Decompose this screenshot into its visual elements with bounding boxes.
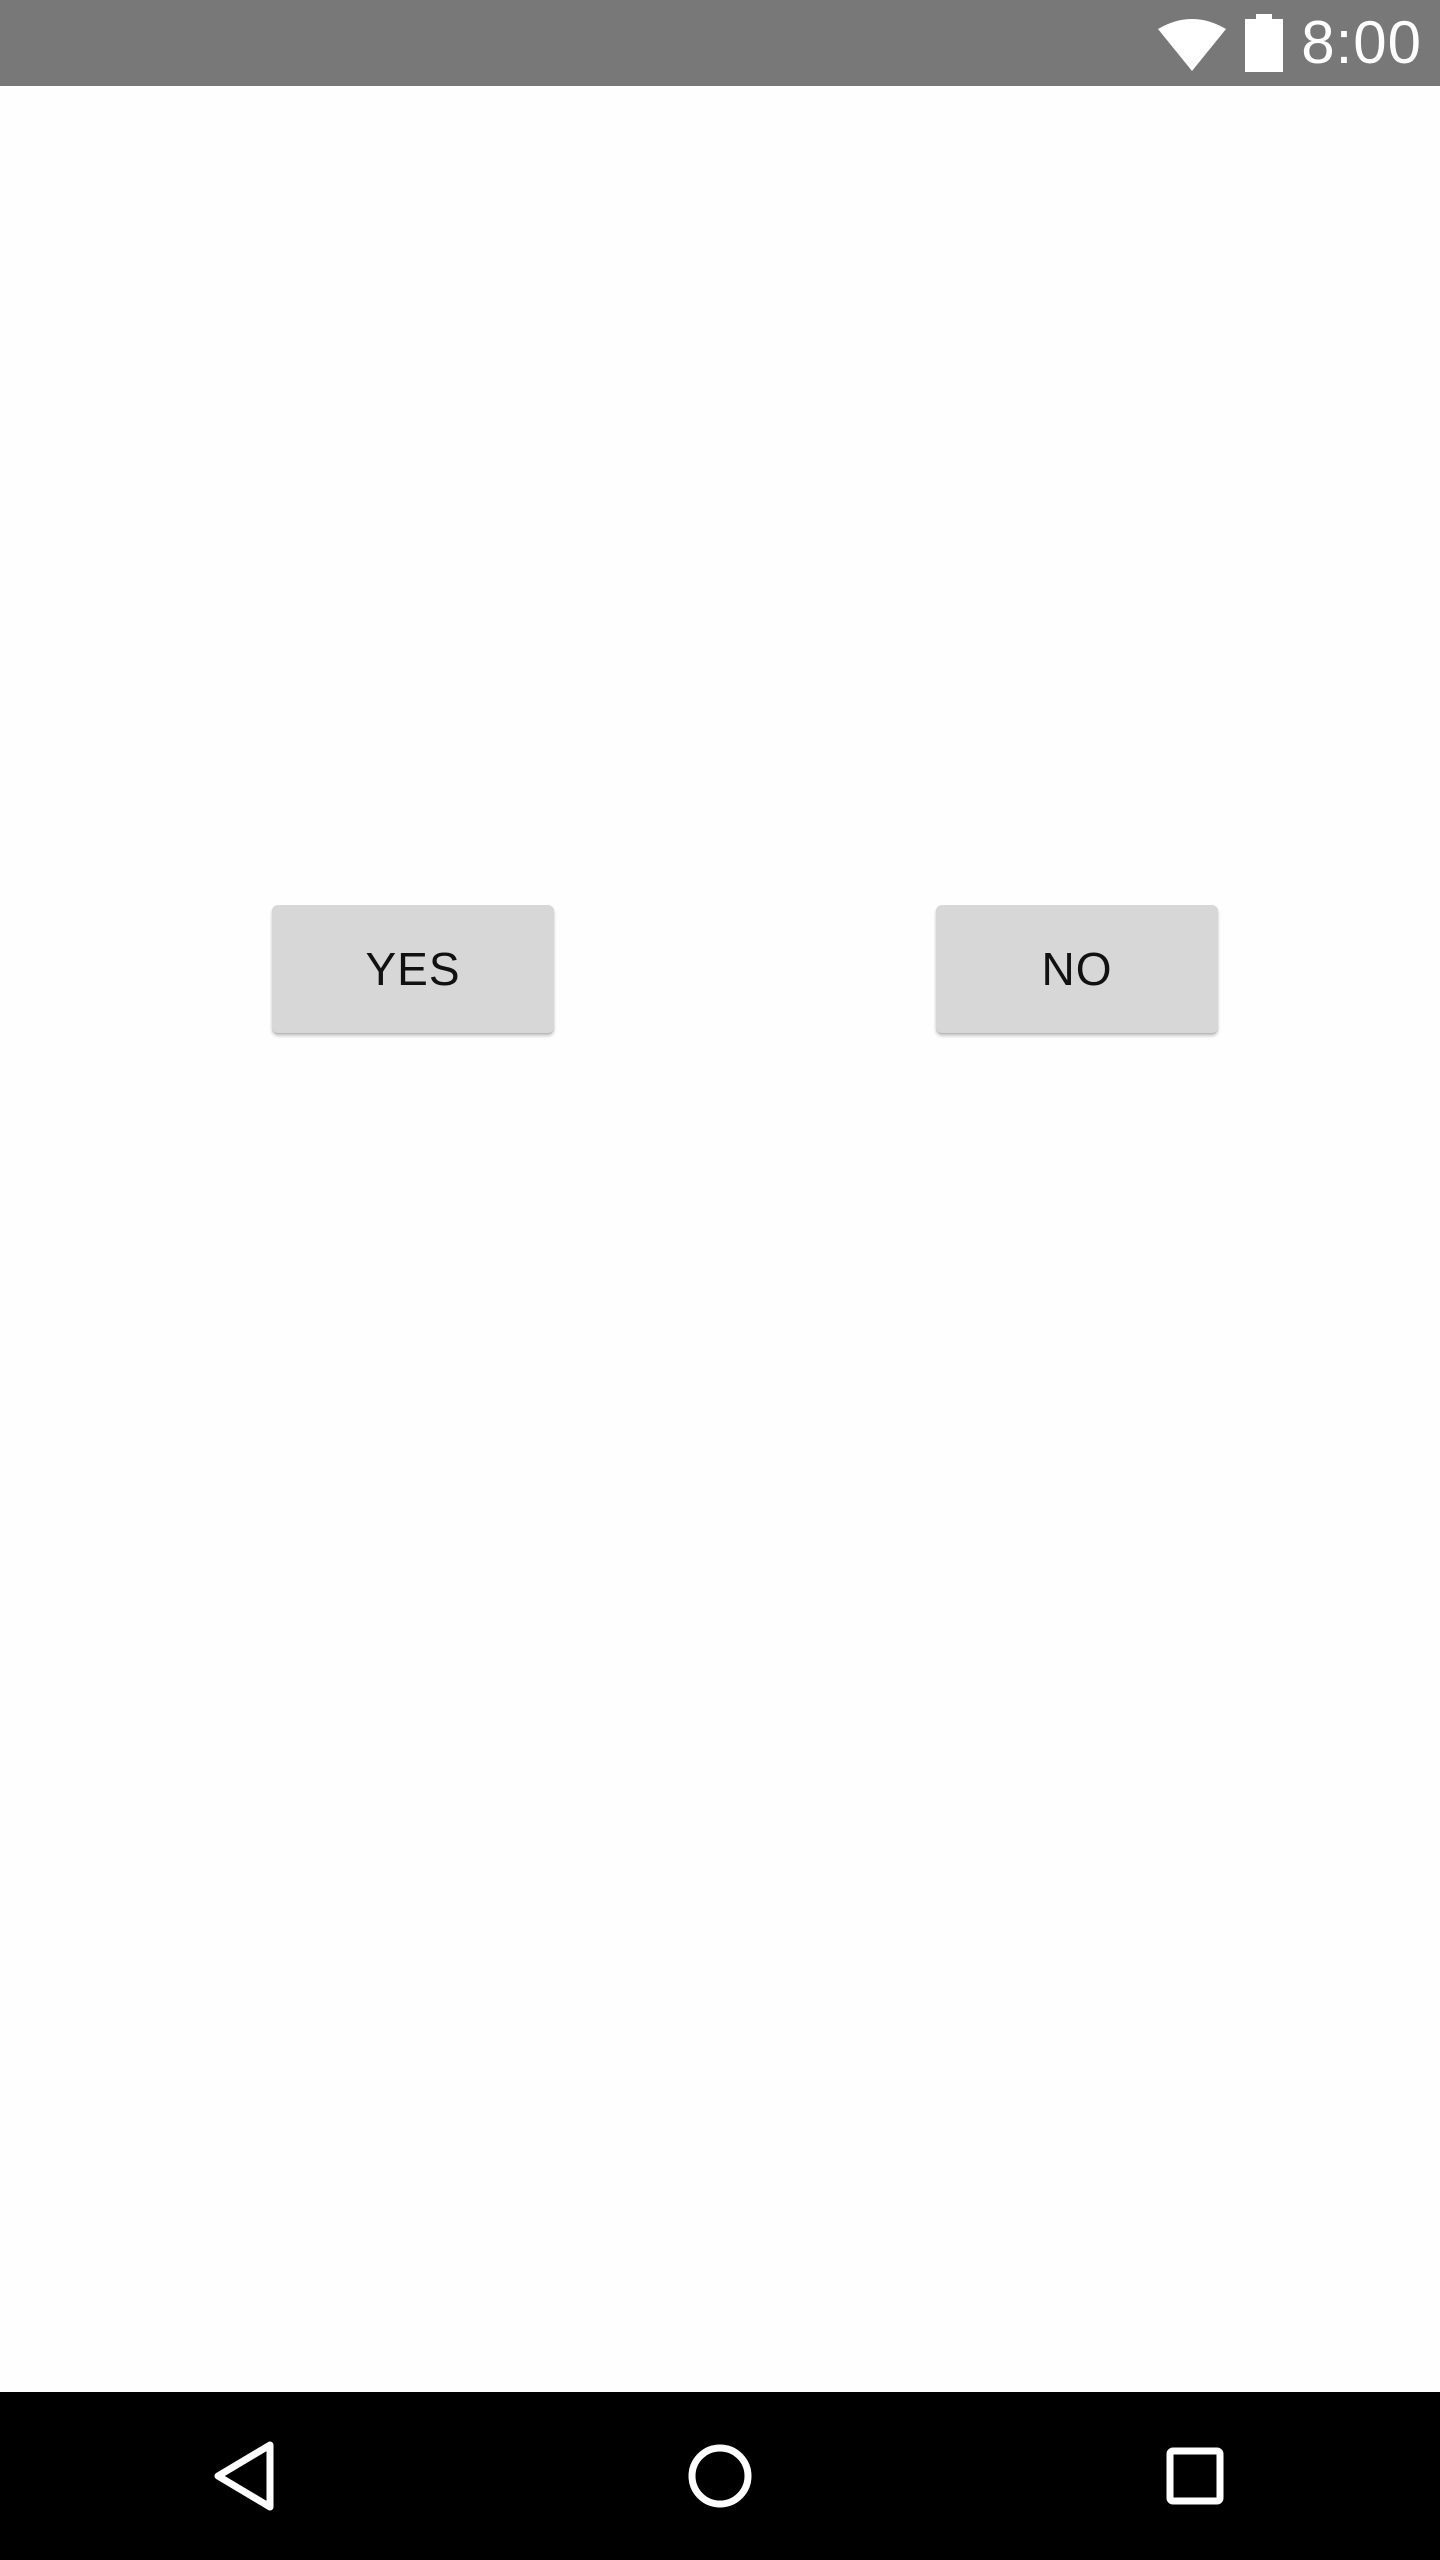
status-time: 8:00 — [1301, 9, 1422, 76]
navigation-bar — [0, 2392, 1440, 2560]
home-icon — [687, 2443, 753, 2509]
wifi-icon — [1157, 15, 1227, 71]
yes-button[interactable]: YES — [272, 905, 554, 1033]
recents-button[interactable] — [1095, 2392, 1295, 2560]
battery-icon — [1245, 14, 1284, 72]
recents-icon — [1165, 2446, 1225, 2506]
back-icon — [210, 2439, 280, 2513]
status-bar: 8:00 — [0, 0, 1440, 86]
main-content: YES NO — [0, 86, 1440, 2392]
back-button[interactable] — [145, 2392, 345, 2560]
no-button[interactable]: NO — [936, 905, 1218, 1033]
home-button[interactable] — [620, 2392, 820, 2560]
screen: 8:00 YES NO — [0, 0, 1440, 2560]
status-icons: 8:00 — [1157, 0, 1422, 86]
